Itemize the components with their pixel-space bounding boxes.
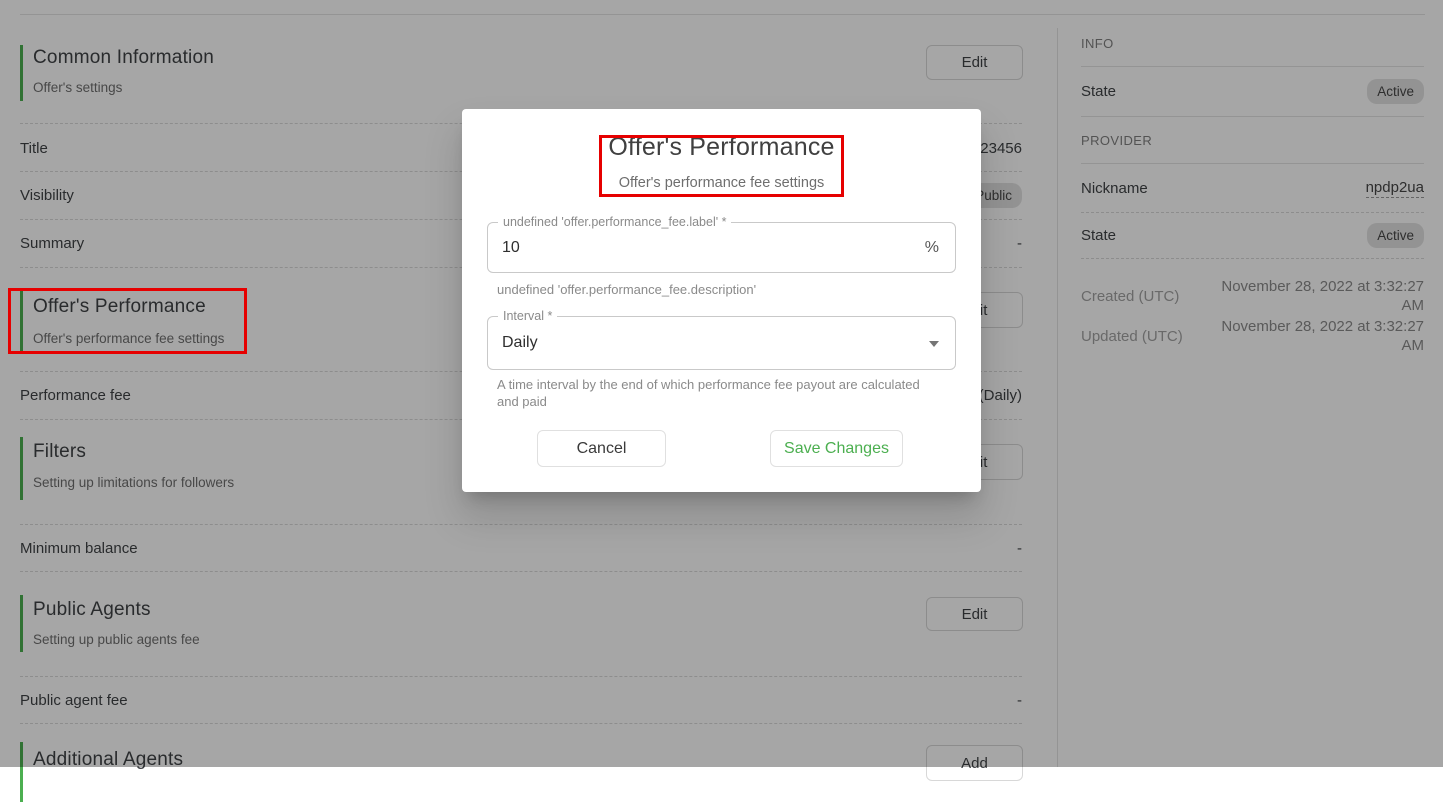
dialog-subtitle: Offer's performance fee settings (462, 175, 981, 191)
interval-select-field[interactable]: Interval * Daily (487, 316, 956, 370)
offers-performance-dialog: Offer's Performance Offer's performance … (462, 109, 981, 492)
interval-field-label: Interval * (498, 309, 557, 323)
save-changes-button[interactable]: Save Changes (770, 430, 903, 467)
cancel-button[interactable]: Cancel (537, 430, 666, 467)
performance-fee-input[interactable] (502, 223, 882, 272)
dialog-title: Offer's Performance (462, 133, 981, 162)
interval-helper-text: A time interval by the end of which perf… (497, 376, 927, 410)
interval-selected-value: Daily (502, 334, 538, 352)
caret-down-icon (929, 341, 939, 347)
percent-suffix: % (925, 239, 939, 257)
performance-fee-helper-text: undefined 'offer.performance_fee.descrip… (497, 281, 756, 298)
performance-fee-field: undefined 'offer.performance_fee.label' … (487, 222, 956, 273)
